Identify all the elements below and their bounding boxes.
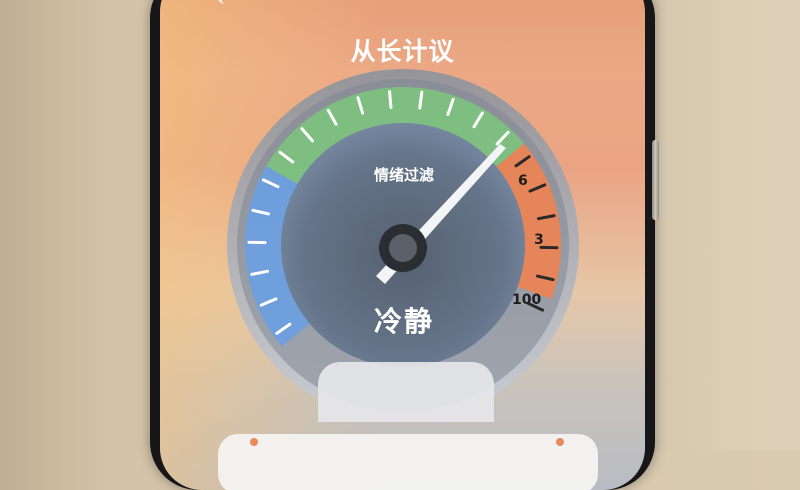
status-dot (556, 438, 564, 446)
scale-label-3: 3 (534, 232, 544, 248)
phone-side-button (652, 140, 659, 220)
gauge-mode-label: 冷静 (334, 300, 474, 340)
scale-label-100: 100 (512, 292, 541, 308)
status-dot (250, 438, 258, 446)
bottom-panel[interactable] (218, 434, 598, 490)
gauge-tick (390, 92, 391, 108)
phone-screen: 从长计议 情绪过滤 6 3 100 冷静 (160, 0, 645, 490)
gauge-hub-inner (389, 234, 417, 262)
bottom-card[interactable] (318, 362, 494, 422)
scale-label-6: 6 (518, 173, 528, 189)
background-desk (640, 0, 800, 450)
gauge-tick (420, 92, 422, 108)
gauge-label: 情绪过滤 (354, 164, 454, 185)
